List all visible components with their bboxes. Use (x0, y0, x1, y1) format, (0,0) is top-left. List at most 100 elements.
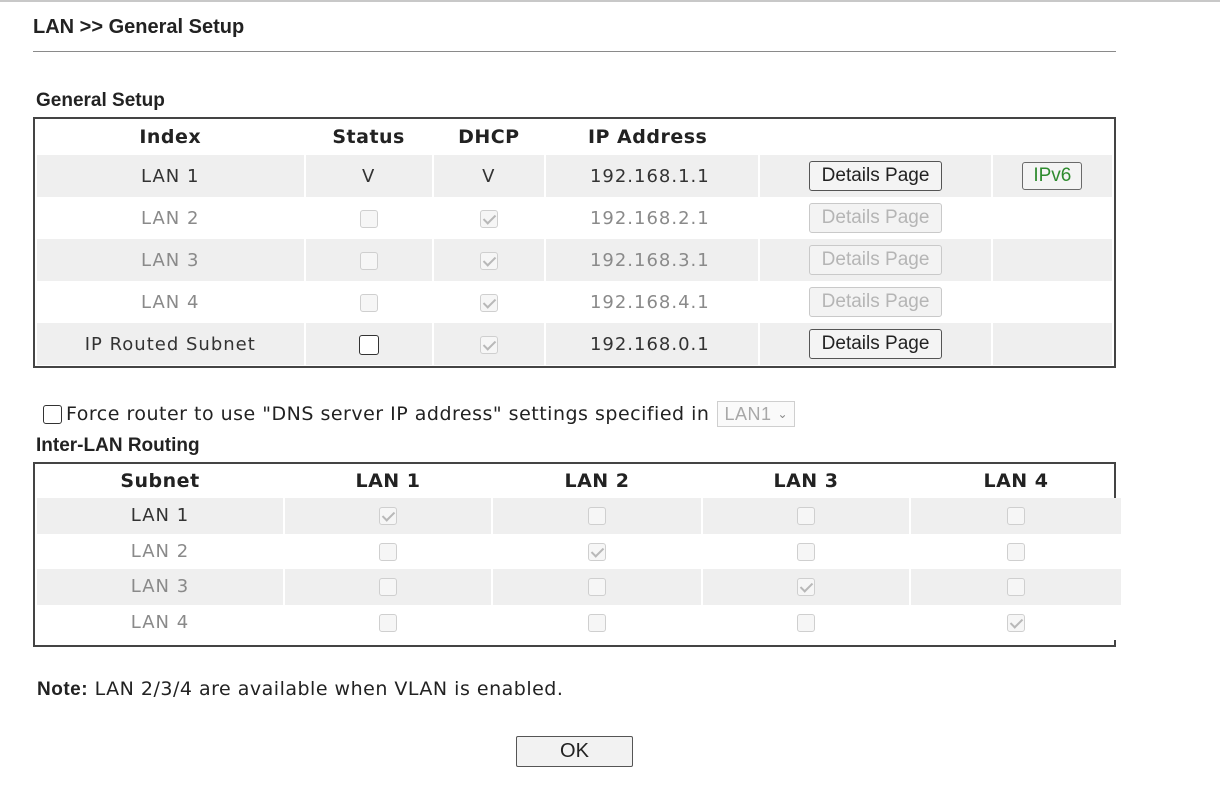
routing-checkbox-lan1-lan3[interactable] (797, 507, 815, 526)
routing-row-label: LAN 3 (37, 569, 283, 605)
routing-checkbox-lan1-lan2[interactable] (588, 507, 606, 526)
note-text: LAN 2/3/4 are available when VLAN is ena… (94, 678, 564, 700)
row-ip-address: 192.168.2.1 (545, 197, 759, 239)
details-page-button-lan2[interactable]: Details Page (808, 203, 943, 233)
table-row-lan1: LAN 1 V V 192.168.1.1 Details Page IPv6 (37, 155, 1112, 197)
table-row-lan3: LAN 3 192.168.3.1 Details Page (37, 239, 1112, 281)
details-page-button-lan3[interactable]: Details Page (808, 245, 943, 275)
row-status (305, 323, 432, 365)
row-ipv6-cell: IPv6 (992, 155, 1112, 197)
routing-row-label: LAN 2 (37, 533, 283, 569)
note-label: Note: (37, 679, 89, 700)
page-title: LAN >> General Setup (33, 16, 245, 38)
routing-cell (493, 498, 701, 534)
dns-lan-select-value: LAN1 (724, 403, 772, 424)
routing-checkbox-lan2-lan4[interactable] (1007, 542, 1025, 561)
routing-row-lan3: LAN 3 (37, 569, 1121, 605)
routing-cell (911, 569, 1121, 605)
column-header-index: Index (139, 126, 202, 148)
routing-cell (493, 604, 701, 640)
column-header-lan3: LAN 3 (773, 470, 839, 492)
ok-button[interactable]: OK (516, 736, 633, 767)
table-row-lan4: LAN 4 192.168.4.1 Details Page (37, 281, 1112, 323)
routing-row-label: LAN 4 (37, 604, 283, 640)
routing-cell (703, 604, 909, 640)
column-header-ipv6 (993, 119, 1112, 155)
routing-cell (493, 569, 701, 605)
routing-row-lan2: LAN 2 (37, 533, 1121, 569)
routing-row-lan1: LAN 1 (37, 498, 1121, 534)
row-details-cell: Details Page (760, 323, 991, 365)
routing-cell (911, 604, 1121, 640)
row-details-cell: Details Page (760, 239, 991, 281)
routing-checkbox-lan1-lan1[interactable] (379, 507, 397, 526)
routing-row-label: LAN 1 (37, 498, 283, 534)
inter-lan-header-row: Subnet LAN 1 LAN 2 LAN 3 LAN 4 (37, 464, 1121, 498)
general-setup-table: Index Status DHCP IP Address LAN 1 V V 1… (35, 119, 1114, 365)
routing-cell (703, 498, 909, 534)
column-header-subnet: Subnet (120, 470, 200, 492)
dhcp-checkbox-lan2[interactable] (479, 209, 498, 228)
table-row-ip-routed-subnet: IP Routed Subnet 192.168.0.1 Details Pag… (37, 323, 1112, 365)
routing-cell (285, 569, 491, 605)
ipv6-button-lan1[interactable]: IPv6 (1022, 162, 1083, 190)
routing-checkbox-lan4-lan3[interactable] (797, 613, 815, 632)
row-details-cell: Details Page (760, 197, 991, 239)
routing-checkbox-lan4-lan4[interactable] (1007, 613, 1025, 632)
column-header-dhcp: DHCP (458, 126, 520, 148)
routing-checkbox-lan2-lan1[interactable] (379, 542, 397, 561)
status-checkbox-lan2[interactable] (359, 209, 378, 228)
force-dns-label: Force router to use "DNS server IP addre… (66, 403, 710, 425)
routing-checkbox-lan3-lan3[interactable] (797, 578, 815, 597)
dns-lan-select[interactable]: LAN1 ⌄ (717, 401, 796, 427)
routing-cell (911, 533, 1121, 569)
dhcp-checkbox-ip-routed-subnet[interactable] (479, 335, 498, 354)
routing-checkbox-lan2-lan2[interactable] (588, 542, 606, 561)
routing-cell (285, 604, 491, 640)
routing-checkbox-lan2-lan3[interactable] (797, 542, 815, 561)
routing-checkbox-lan4-lan1[interactable] (379, 613, 397, 632)
row-ip-address: 192.168.0.1 (545, 323, 759, 365)
routing-checkbox-lan3-lan4[interactable] (1007, 578, 1025, 597)
routing-checkbox-lan3-lan1[interactable] (379, 578, 397, 597)
routing-checkbox-lan4-lan2[interactable] (588, 613, 606, 632)
row-details-cell: Details Page (760, 281, 991, 323)
routing-checkbox-lan3-lan2[interactable] (588, 578, 606, 597)
routing-checkbox-lan1-lan4[interactable] (1007, 507, 1025, 526)
general-setup-header-row: Index Status DHCP IP Address (37, 119, 1112, 155)
column-header-ip-address: IP Address (587, 126, 708, 148)
row-dhcp (433, 197, 544, 239)
status-checkbox-ip-routed-subnet[interactable] (358, 334, 379, 355)
dhcp-checkbox-lan4[interactable] (479, 293, 498, 312)
details-page-button-lan4[interactable]: Details Page (808, 287, 943, 317)
row-status: V (305, 155, 432, 197)
row-details-cell: Details Page (760, 155, 991, 197)
row-dhcp (433, 239, 544, 281)
row-index: LAN 1 (37, 155, 304, 197)
force-dns-checkbox[interactable] (43, 404, 62, 424)
row-ipv6-cell (992, 323, 1112, 365)
details-page-button-lan1[interactable]: Details Page (808, 161, 943, 191)
inter-lan-routing-table: Subnet LAN 1 LAN 2 LAN 3 LAN 4 LAN 1 LAN… (35, 464, 1123, 640)
chevron-down-icon: ⌄ (777, 407, 789, 421)
row-dhcp (433, 323, 544, 365)
column-header-status: Status (332, 126, 405, 148)
row-status (305, 281, 432, 323)
column-header-lan2: LAN 2 (564, 470, 630, 492)
general-setup-panel: Index Status DHCP IP Address LAN 1 V V 1… (33, 117, 1116, 368)
inter-lan-routing-panel: Subnet LAN 1 LAN 2 LAN 3 LAN 4 LAN 1 LAN… (33, 462, 1121, 647)
general-setup-title: General Setup (36, 90, 165, 111)
row-dhcp: V (433, 155, 544, 197)
row-ipv6-cell (992, 239, 1112, 281)
status-checkbox-lan4[interactable] (359, 293, 378, 312)
routing-row-lan4: LAN 4 (37, 604, 1121, 640)
status-checkbox-lan3[interactable] (359, 251, 378, 270)
column-header-lan4: LAN 4 (983, 470, 1049, 492)
vlan-note: Note: LAN 2/3/4 are available when VLAN … (37, 678, 563, 701)
dhcp-checkbox-lan3[interactable] (479, 251, 498, 270)
details-page-button-ip-routed-subnet[interactable]: Details Page (808, 329, 943, 359)
force-dns-row: Force router to use "DNS server IP addre… (43, 401, 796, 427)
routing-cell (285, 498, 491, 534)
routing-cell (493, 533, 701, 569)
row-ipv6-cell (992, 197, 1112, 239)
